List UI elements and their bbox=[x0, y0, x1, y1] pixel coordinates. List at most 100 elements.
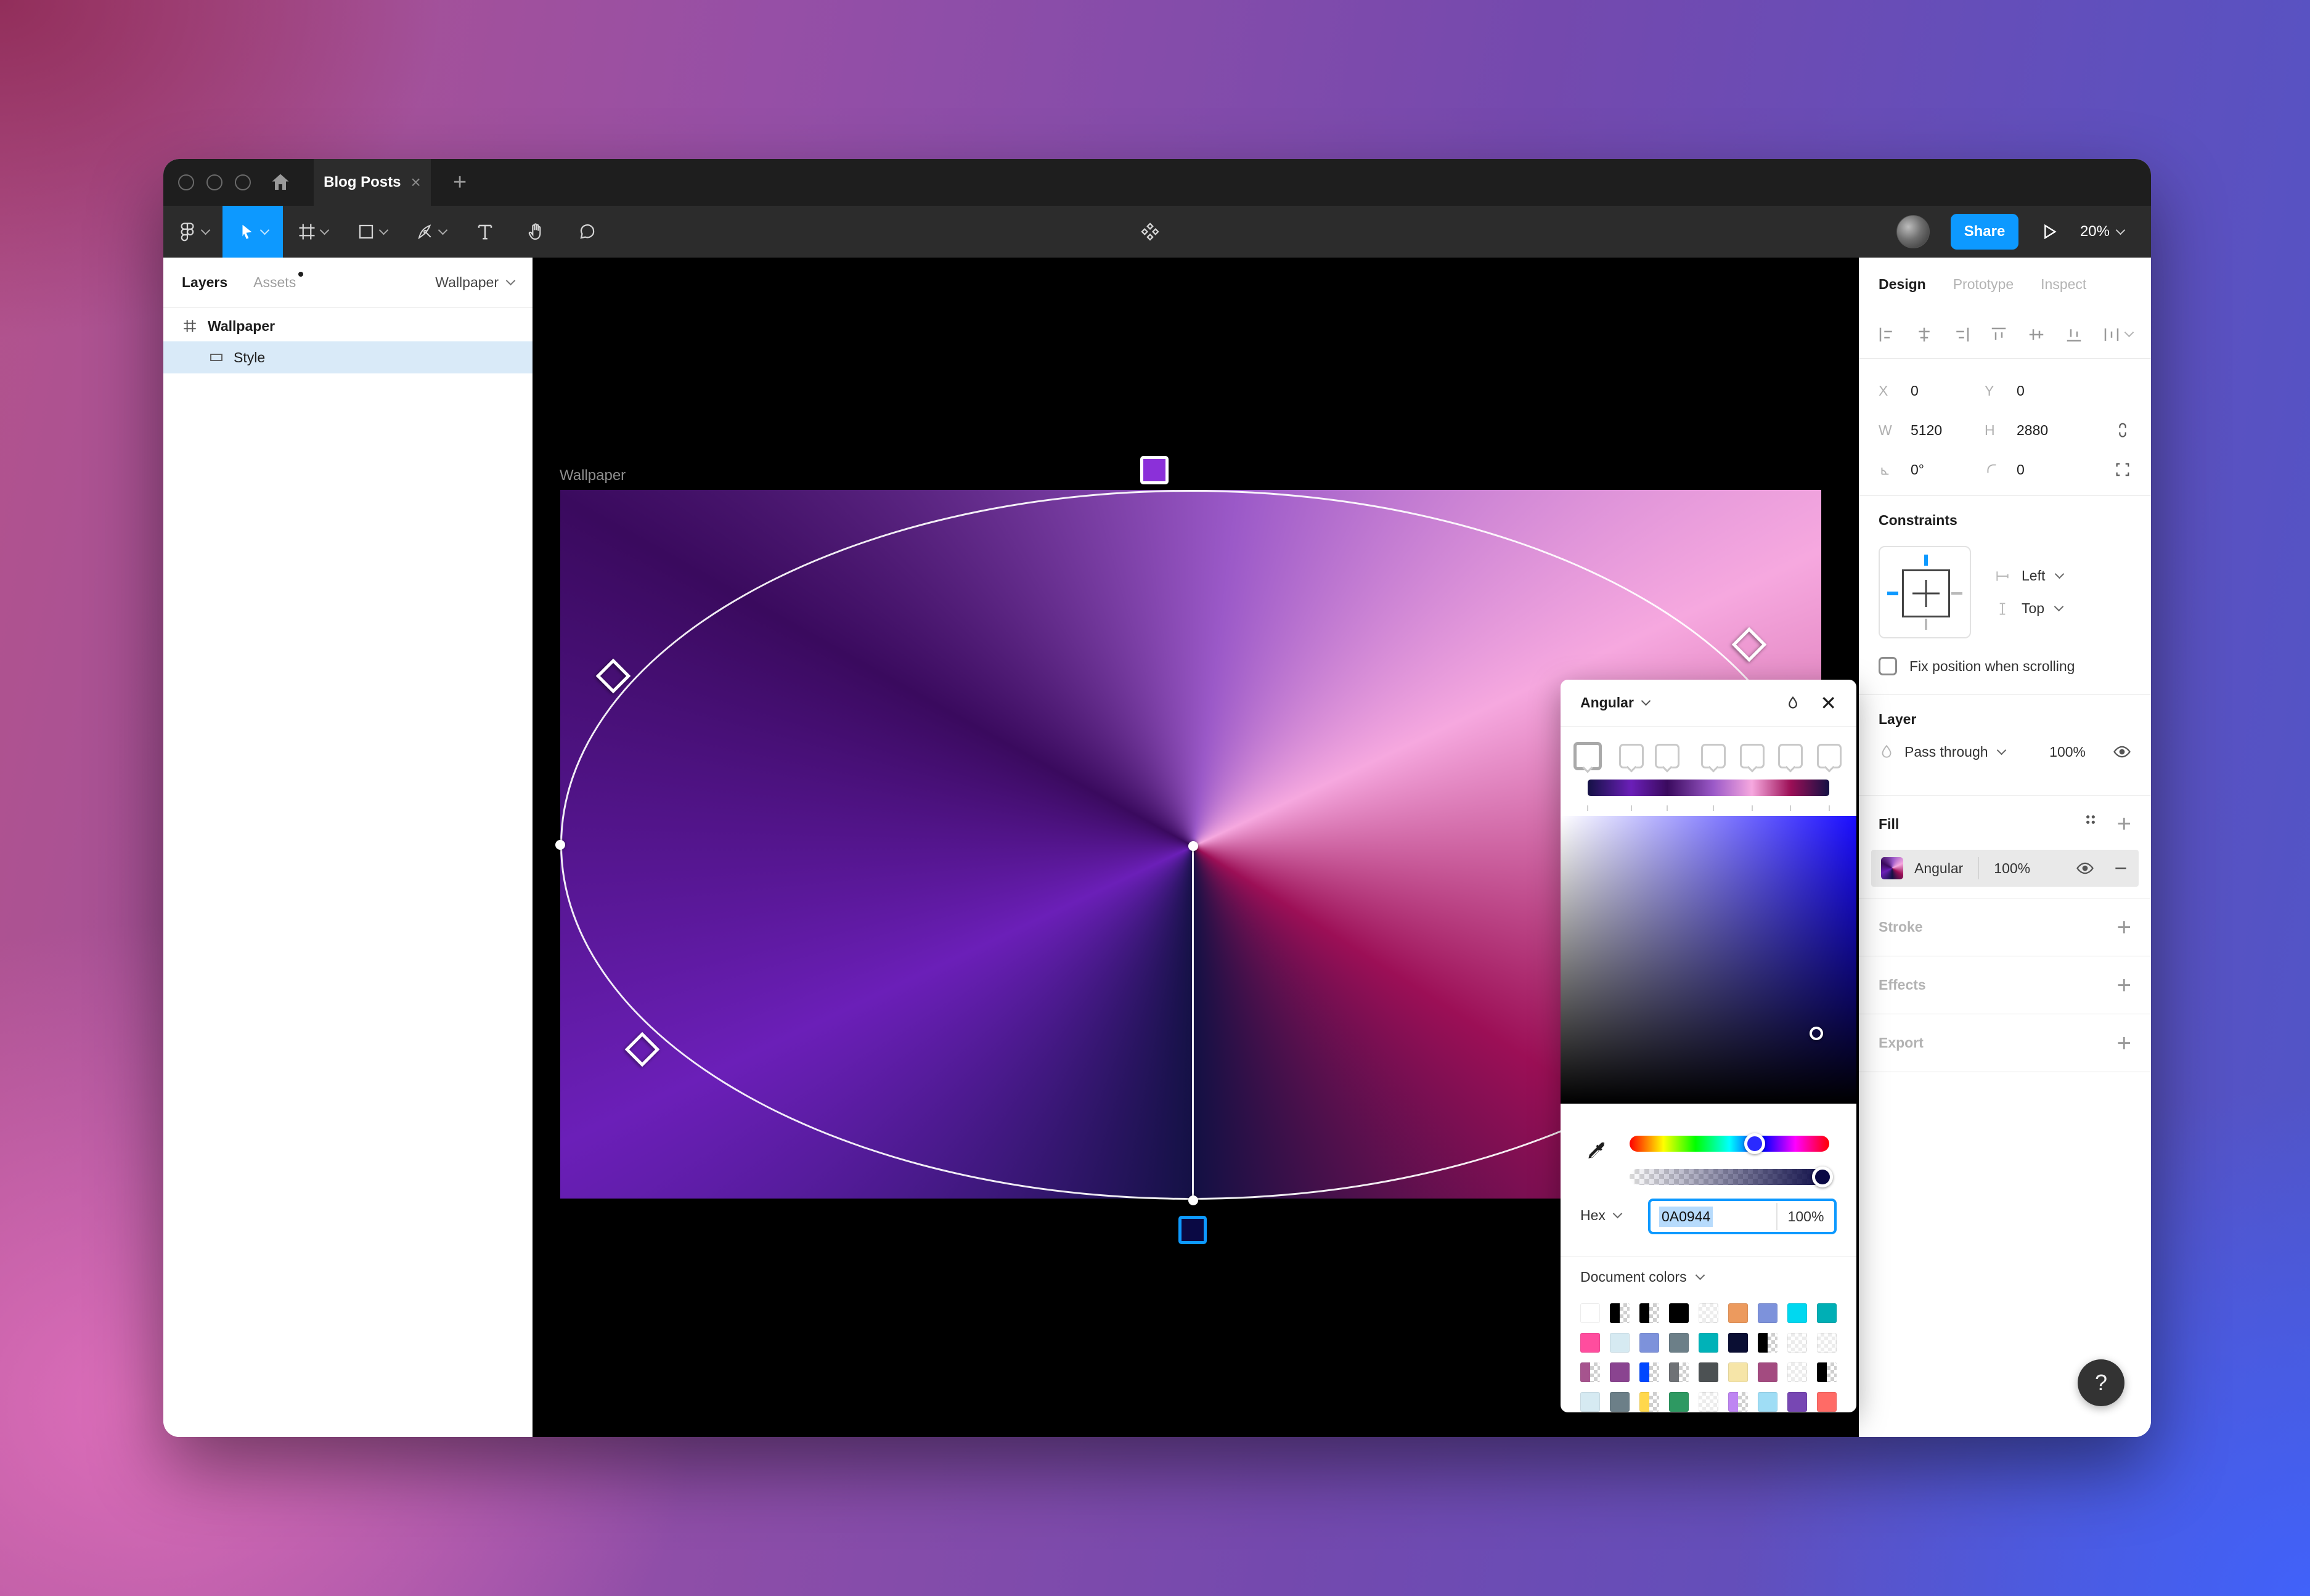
home-button[interactable] bbox=[269, 171, 292, 193]
align-bottom-icon[interactable] bbox=[2065, 325, 2083, 344]
fill-opacity-field[interactable]: 100% bbox=[1994, 860, 2030, 877]
eye-icon[interactable] bbox=[2076, 859, 2094, 877]
fix-position-checkbox[interactable] bbox=[1879, 657, 1897, 675]
tab-layers[interactable]: Layers bbox=[182, 274, 227, 291]
document-color-swatch[interactable] bbox=[1699, 1303, 1718, 1323]
constraints-widget[interactable] bbox=[1879, 546, 1971, 638]
color-area[interactable] bbox=[1561, 816, 1856, 1104]
gradient-stop[interactable] bbox=[1817, 744, 1842, 768]
fill-gradient-chip[interactable] bbox=[1881, 857, 1903, 879]
tab-blog-posts[interactable]: Blog Posts × bbox=[314, 159, 431, 206]
eyedropper-button[interactable] bbox=[1584, 1138, 1610, 1164]
align-right-icon[interactable] bbox=[1953, 325, 1971, 344]
add-fill-button[interactable]: + bbox=[2117, 812, 2131, 836]
document-color-swatch[interactable] bbox=[1758, 1362, 1777, 1382]
close-tab-icon[interactable]: × bbox=[410, 173, 420, 192]
styles-icon[interactable] bbox=[2083, 812, 2099, 828]
align-vertical-center-icon[interactable] bbox=[2027, 325, 2046, 344]
gradient-stop[interactable] bbox=[1619, 744, 1644, 768]
document-color-swatch[interactable] bbox=[1639, 1303, 1659, 1323]
document-color-swatch[interactable] bbox=[1787, 1392, 1807, 1412]
document-color-swatch[interactable] bbox=[1758, 1333, 1777, 1353]
document-colors-header[interactable]: Document colors bbox=[1580, 1269, 1704, 1285]
vertical-constraint-dropdown[interactable]: Top bbox=[1994, 600, 2063, 617]
document-color-swatch[interactable] bbox=[1639, 1392, 1659, 1412]
align-top-icon[interactable] bbox=[1990, 325, 2008, 344]
document-color-swatch[interactable] bbox=[1699, 1392, 1718, 1412]
gradient-stop-marker-purple[interactable] bbox=[1140, 456, 1169, 484]
share-button[interactable]: Share bbox=[1951, 214, 2018, 250]
document-color-swatch[interactable] bbox=[1669, 1392, 1689, 1412]
gradient-width-handle[interactable] bbox=[555, 840, 565, 850]
align-left-icon[interactable] bbox=[1877, 325, 1896, 344]
document-color-swatch[interactable] bbox=[1728, 1392, 1748, 1412]
zoom-level-control[interactable]: 20% bbox=[2080, 223, 2124, 240]
document-color-swatch[interactable] bbox=[1758, 1392, 1777, 1412]
blend-droplet-icon[interactable] bbox=[1784, 694, 1802, 712]
align-horizontal-center-icon[interactable] bbox=[1915, 325, 1933, 344]
y-field[interactable]: 0 bbox=[2017, 383, 2109, 399]
document-color-swatch[interactable] bbox=[1580, 1303, 1600, 1323]
hex-input[interactable]: 0A0944 bbox=[1659, 1207, 1713, 1227]
gradient-bar[interactable] bbox=[1588, 780, 1829, 796]
sidebar-item-wallpaper[interactable]: Wallpaper bbox=[163, 311, 533, 341]
document-color-swatch[interactable] bbox=[1787, 1333, 1807, 1353]
component-actions-button[interactable] bbox=[1140, 206, 1161, 258]
new-tab-button[interactable]: + bbox=[453, 169, 467, 196]
constraint-top-tick[interactable] bbox=[1924, 555, 1928, 566]
constraint-bottom-tick[interactable] bbox=[1925, 619, 1927, 630]
pen-tool-button[interactable] bbox=[401, 206, 460, 258]
document-color-swatch[interactable] bbox=[1817, 1392, 1837, 1412]
sidebar-item-style[interactable]: Style bbox=[163, 341, 533, 373]
document-color-swatch[interactable] bbox=[1699, 1333, 1718, 1353]
constrain-proportions-icon[interactable] bbox=[2114, 421, 2131, 439]
close-window-button[interactable] bbox=[178, 174, 194, 190]
document-color-swatch[interactable] bbox=[1639, 1333, 1659, 1353]
add-stroke-button[interactable]: + bbox=[2117, 915, 2131, 940]
move-tool-button[interactable] bbox=[222, 206, 283, 258]
document-color-swatch[interactable] bbox=[1580, 1362, 1600, 1382]
color-cursor[interactable] bbox=[1810, 1027, 1823, 1040]
document-color-swatch[interactable] bbox=[1580, 1392, 1600, 1412]
alpha-thumb[interactable] bbox=[1812, 1166, 1833, 1187]
gradient-end-handle[interactable] bbox=[1188, 1195, 1198, 1205]
tab-design[interactable]: Design bbox=[1879, 276, 1926, 293]
fill-row[interactable]: Angular 100% bbox=[1871, 850, 2139, 887]
document-color-swatch[interactable] bbox=[1728, 1303, 1748, 1323]
shape-tool-button[interactable] bbox=[342, 206, 401, 258]
document-color-swatch[interactable] bbox=[1817, 1333, 1837, 1353]
independent-corners-icon[interactable] bbox=[2114, 461, 2131, 478]
gradient-center-handle[interactable] bbox=[1188, 841, 1198, 851]
corner-radius-field[interactable]: 0 bbox=[2017, 462, 2109, 478]
document-color-swatch[interactable] bbox=[1580, 1333, 1600, 1353]
layer-opacity-field[interactable]: 100% bbox=[2049, 744, 2086, 760]
document-color-swatch[interactable] bbox=[1758, 1303, 1777, 1323]
add-effect-button[interactable]: + bbox=[2117, 973, 2131, 998]
tab-inspect[interactable]: Inspect bbox=[2041, 276, 2086, 293]
constraint-right-tick[interactable] bbox=[1951, 592, 1962, 595]
width-field[interactable]: 5120 bbox=[1911, 422, 1985, 439]
gradient-stop[interactable] bbox=[1655, 744, 1679, 768]
gradient-type-dropdown[interactable]: Angular bbox=[1580, 694, 1634, 711]
fill-type[interactable]: Angular bbox=[1914, 860, 1963, 877]
gradient-stop[interactable] bbox=[1701, 744, 1726, 768]
document-color-swatch[interactable] bbox=[1817, 1362, 1837, 1382]
document-color-swatch[interactable] bbox=[1787, 1362, 1807, 1382]
distribute-button[interactable] bbox=[2102, 325, 2132, 344]
hand-tool-button[interactable] bbox=[510, 206, 561, 258]
gradient-stop[interactable] bbox=[1740, 744, 1765, 768]
add-export-button[interactable]: + bbox=[2117, 1031, 2131, 1056]
document-color-swatch[interactable] bbox=[1669, 1303, 1689, 1323]
document-color-swatch[interactable] bbox=[1610, 1333, 1630, 1353]
tab-assets[interactable]: Assets bbox=[253, 274, 296, 291]
x-field[interactable]: 0 bbox=[1911, 383, 1985, 399]
document-color-swatch[interactable] bbox=[1728, 1362, 1748, 1382]
document-color-swatch[interactable] bbox=[1610, 1303, 1630, 1323]
document-color-swatch[interactable] bbox=[1639, 1362, 1659, 1382]
frame-label[interactable]: Wallpaper bbox=[560, 467, 626, 484]
blend-mode-dropdown[interactable]: Pass through bbox=[1904, 744, 1988, 760]
document-color-swatch[interactable] bbox=[1669, 1362, 1689, 1382]
minimize-window-button[interactable] bbox=[206, 174, 222, 190]
hue-slider[interactable] bbox=[1630, 1136, 1829, 1152]
main-menu-button[interactable] bbox=[163, 206, 222, 258]
